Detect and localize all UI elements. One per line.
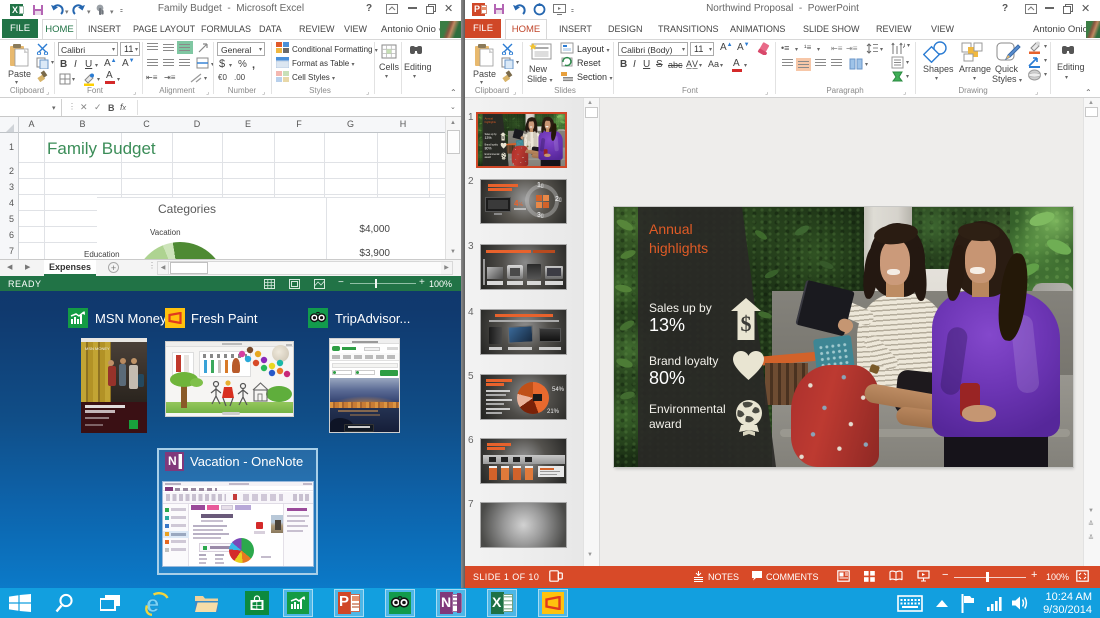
svg-text:A: A [903, 43, 905, 50]
svg-text:$: $ [741, 311, 752, 336]
